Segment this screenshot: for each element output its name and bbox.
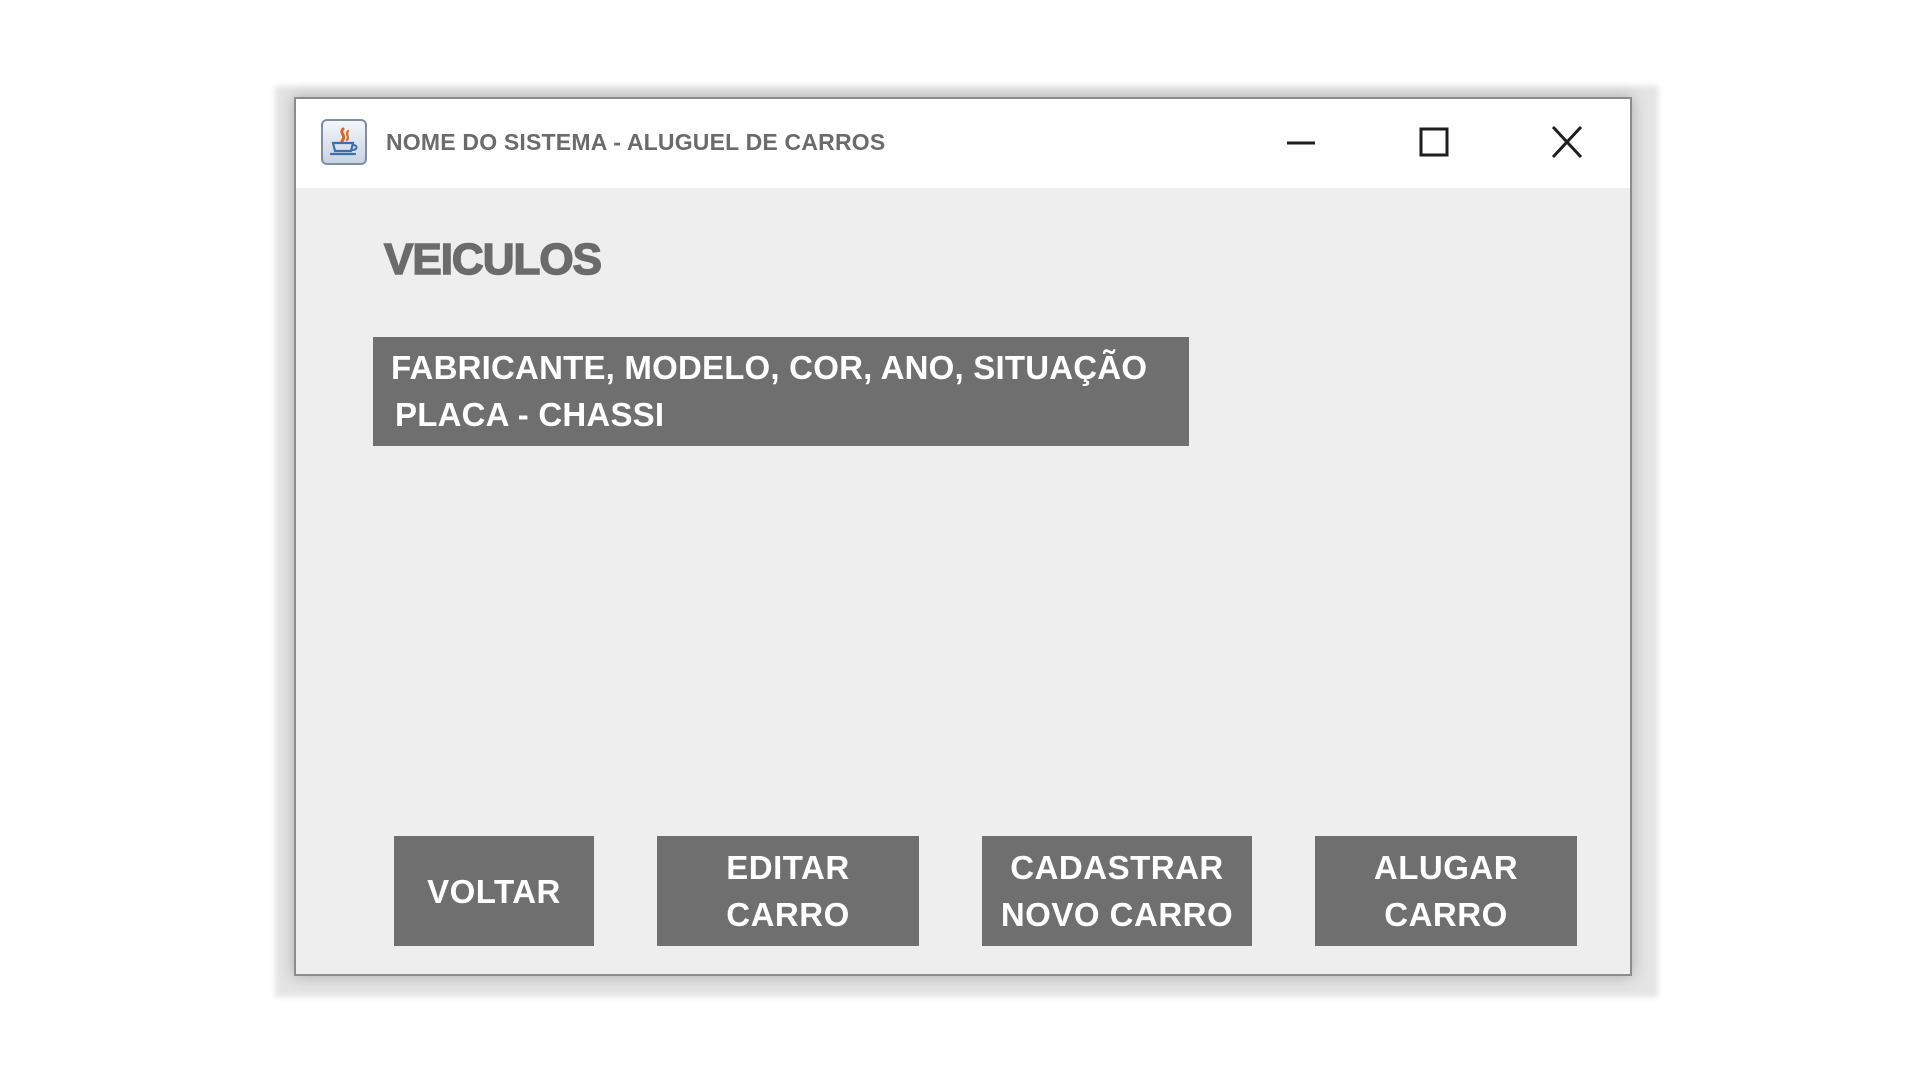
vehicle-list[interactable]: FABRICANTE, MODELO, COR, ANO, SITUAÇÃO P…	[373, 337, 1189, 446]
minimize-icon	[1287, 141, 1315, 145]
list-item[interactable]: FABRICANTE, MODELO, COR, ANO, SITUAÇÃO	[391, 349, 1147, 387]
window-title: NOME DO SISTEMA - ALUGUEL DE CARROS	[386, 129, 886, 155]
page-title: VEICULOS	[383, 234, 602, 285]
list-item[interactable]: PLACA - CHASSI	[395, 396, 664, 434]
back-button-label: VOLTAR	[427, 872, 561, 910]
register-new-car-button-label: CADASTRAR NOVO CARRO	[1000, 849, 1234, 933]
maximize-icon	[1419, 127, 1449, 157]
close-icon	[1551, 125, 1583, 159]
java-coffee-cup-icon	[321, 119, 367, 165]
close-button[interactable]	[1537, 117, 1597, 169]
screen: NOME DO SISTEMA - ALUGUEL DE CARROS VEIC…	[0, 0, 1920, 1080]
title-bar[interactable]: NOME DO SISTEMA - ALUGUEL DE CARROS	[296, 99, 1630, 188]
minimize-button[interactable]	[1271, 117, 1331, 169]
edit-car-button[interactable]: EDITAR CARRO	[657, 836, 919, 946]
app-window: NOME DO SISTEMA - ALUGUEL DE CARROS VEIC…	[294, 97, 1632, 976]
rent-car-button[interactable]: ALUGAR CARRO	[1315, 836, 1577, 946]
maximize-button[interactable]	[1404, 117, 1464, 169]
edit-car-button-label: EDITAR CARRO	[726, 849, 850, 933]
back-button[interactable]: VOLTAR	[394, 836, 594, 946]
register-new-car-button[interactable]: CADASTRAR NOVO CARRO	[982, 836, 1252, 946]
rent-car-button-label: ALUGAR CARRO	[1373, 849, 1519, 933]
